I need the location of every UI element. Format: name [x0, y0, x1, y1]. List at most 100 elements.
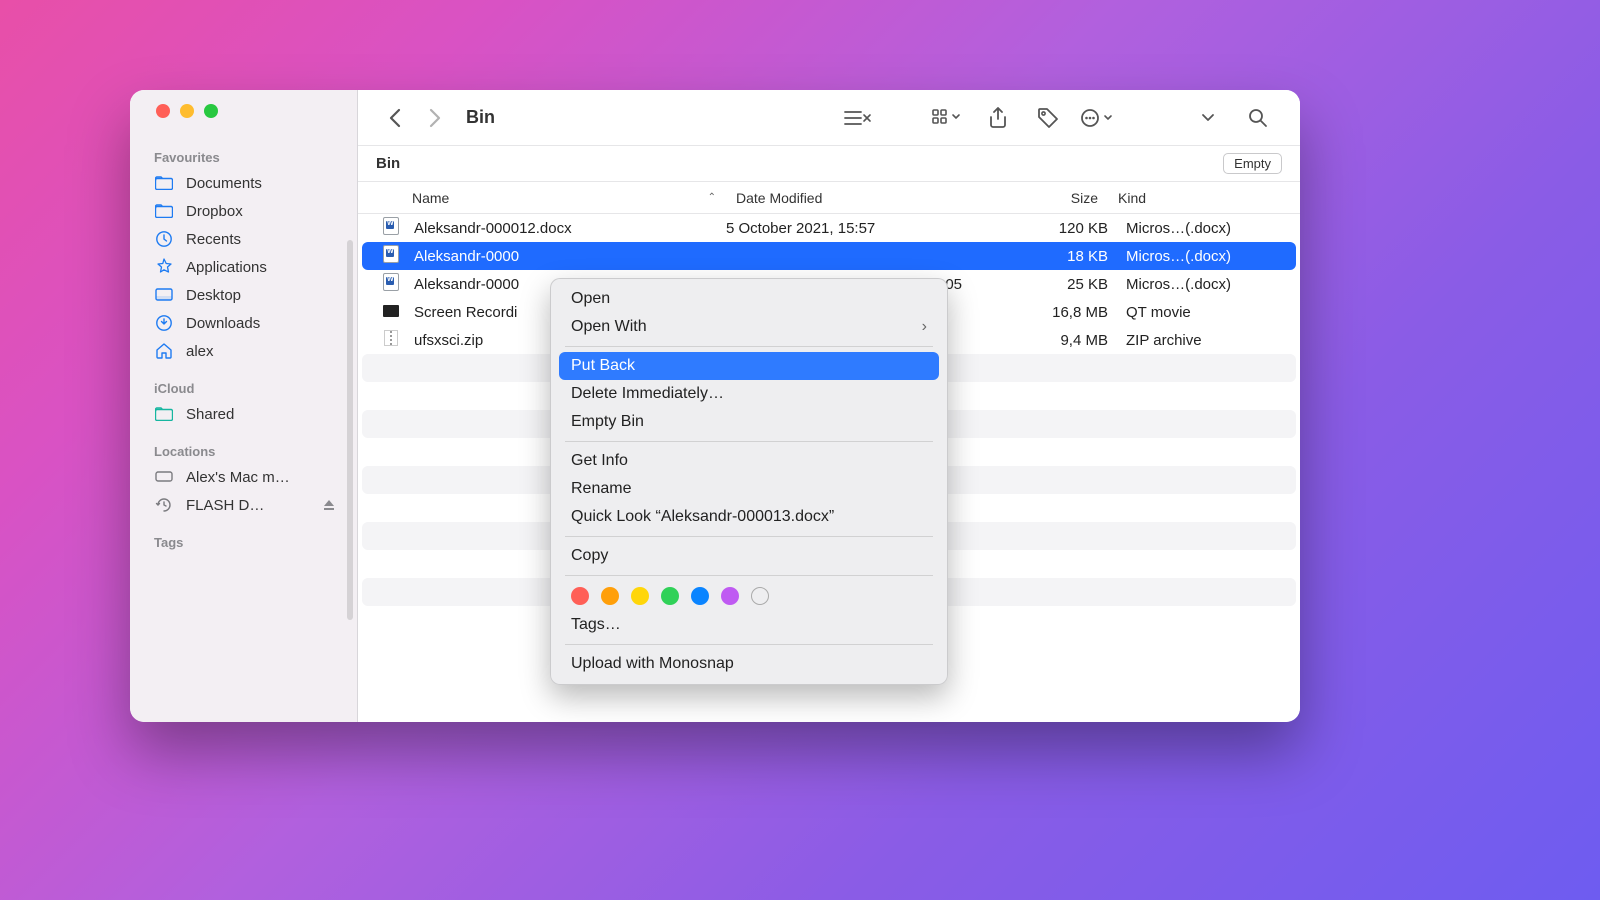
zip-icon: [380, 330, 402, 350]
folder-icon: [154, 173, 174, 193]
window-controls: [130, 104, 357, 144]
word-doc-icon: [380, 245, 402, 267]
applications-icon: [154, 257, 174, 277]
sidebar-item-label: Documents: [186, 175, 262, 192]
file-kind: ZIP archive: [1108, 332, 1300, 349]
folder-icon: [154, 201, 174, 221]
column-kind[interactable]: Kind: [1108, 190, 1300, 206]
tag-yellow[interactable]: [631, 587, 649, 605]
overflow-button[interactable]: [1188, 103, 1228, 133]
sidebar-item-documents[interactable]: Documents: [130, 169, 357, 197]
file-size: 18 KB: [972, 248, 1108, 265]
sidebar-section-favourites: Favourites: [130, 144, 357, 169]
sidebar-item-label: Downloads: [186, 315, 260, 332]
sidebar-scrollbar[interactable]: [347, 240, 353, 620]
tag-blue[interactable]: [691, 587, 709, 605]
sidebar-item-flash-drive[interactable]: FLASH D…: [130, 491, 357, 519]
word-doc-icon: [380, 217, 402, 239]
ctx-rename[interactable]: Rename: [551, 475, 947, 503]
file-kind: Micros…(.docx): [1108, 276, 1300, 293]
downloads-icon: [154, 313, 174, 333]
time-machine-icon: [154, 495, 174, 515]
ctx-upload-monosnap[interactable]: Upload with Monosnap: [551, 650, 947, 678]
sidebar-item-mac-mini[interactable]: Alex's Mac m…: [130, 463, 357, 491]
movie-icon: [380, 304, 402, 321]
ctx-tags[interactable]: Tags…: [551, 611, 947, 639]
shared-folder-icon: [154, 404, 174, 424]
sort-ascending-icon: ⌃: [708, 192, 716, 203]
sidebar-item-desktop[interactable]: Desktop: [130, 281, 357, 309]
context-menu: Open Open With › Put Back Delete Immedia…: [550, 278, 948, 685]
ctx-copy[interactable]: Copy: [551, 542, 947, 570]
sidebar-section-icloud: iCloud: [130, 375, 357, 400]
ctx-open[interactable]: Open: [551, 285, 947, 313]
clock-icon: [154, 229, 174, 249]
file-date: 5 October 2021, 15:57: [726, 220, 972, 237]
sidebar-item-applications[interactable]: Applications: [130, 253, 357, 281]
sidebar-section-locations: Locations: [130, 438, 357, 463]
sidebar-item-shared[interactable]: Shared: [130, 400, 357, 428]
view-list-button[interactable]: [838, 103, 878, 133]
ctx-separator: [565, 536, 933, 537]
close-window-button[interactable]: [156, 104, 170, 118]
column-date-modified[interactable]: Date Modified: [726, 190, 972, 206]
ctx-quick-look[interactable]: Quick Look “Aleksandr-000013.docx”: [551, 503, 947, 531]
tags-button[interactable]: [1028, 103, 1068, 133]
ctx-open-with-label: Open With: [571, 318, 647, 336]
file-size: 25 KB: [972, 276, 1108, 293]
tag-none[interactable]: [751, 587, 769, 605]
tag-purple[interactable]: [721, 587, 739, 605]
home-icon: [154, 341, 174, 361]
ctx-empty-bin[interactable]: Empty Bin: [551, 408, 947, 436]
tag-green[interactable]: [661, 587, 679, 605]
ctx-delete-immediately[interactable]: Delete Immediately…: [551, 380, 947, 408]
ctx-tag-colors: [551, 581, 947, 611]
share-button[interactable]: [978, 103, 1018, 133]
ctx-separator: [565, 575, 933, 576]
sidebar-item-label: Dropbox: [186, 203, 243, 220]
sidebar-item-label: alex: [186, 343, 214, 360]
forward-button[interactable]: [420, 103, 450, 133]
ctx-put-back[interactable]: Put Back: [559, 352, 939, 380]
back-button[interactable]: [380, 103, 410, 133]
column-headers: Name⌃ Date Modified Size Kind: [358, 182, 1300, 214]
tag-orange[interactable]: [601, 587, 619, 605]
file-name: Aleksandr-0000: [414, 248, 726, 265]
path-location: Bin: [376, 155, 400, 172]
column-size[interactable]: Size: [972, 190, 1108, 206]
sidebar-item-dropbox[interactable]: Dropbox: [130, 197, 357, 225]
file-size: 120 KB: [972, 220, 1108, 237]
column-name[interactable]: Name⌃: [358, 190, 726, 206]
eject-icon[interactable]: [323, 499, 335, 511]
tag-red[interactable]: [571, 587, 589, 605]
toolbar: Bin: [358, 90, 1300, 146]
sidebar-item-label: Applications: [186, 259, 267, 276]
sidebar: Favourites Documents Dropbox Recents App…: [130, 90, 358, 722]
file-size: 16,8 MB: [972, 304, 1108, 321]
sidebar-item-label: Shared: [186, 406, 234, 423]
ctx-get-info[interactable]: Get Info: [551, 447, 947, 475]
sidebar-item-label: Recents: [186, 231, 241, 248]
group-button[interactable]: [928, 103, 968, 133]
ctx-open-with[interactable]: Open With ›: [551, 313, 947, 341]
sidebar-section-tags: Tags: [130, 529, 357, 554]
file-kind: QT movie: [1108, 304, 1300, 321]
file-name: Aleksandr-000012.docx: [414, 220, 726, 237]
empty-bin-button[interactable]: Empty: [1223, 153, 1282, 174]
sidebar-item-label: Desktop: [186, 287, 241, 304]
desktop-icon: [154, 285, 174, 305]
sidebar-item-recents[interactable]: Recents: [130, 225, 357, 253]
ctx-separator: [565, 441, 933, 442]
search-button[interactable]: [1238, 103, 1278, 133]
sidebar-item-downloads[interactable]: Downloads: [130, 309, 357, 337]
ctx-separator: [565, 346, 933, 347]
file-row-selected[interactable]: Aleksandr-0000 18 KB Micros…(.docx): [362, 242, 1296, 270]
minimize-window-button[interactable]: [180, 104, 194, 118]
computer-icon: [154, 467, 174, 487]
file-row[interactable]: Aleksandr-000012.docx 5 October 2021, 15…: [358, 214, 1300, 242]
action-button[interactable]: [1078, 103, 1118, 133]
sidebar-item-home[interactable]: alex: [130, 337, 357, 365]
maximize-window-button[interactable]: [204, 104, 218, 118]
path-bar: Bin Empty: [358, 146, 1300, 182]
sidebar-item-label: FLASH D…: [186, 497, 264, 514]
